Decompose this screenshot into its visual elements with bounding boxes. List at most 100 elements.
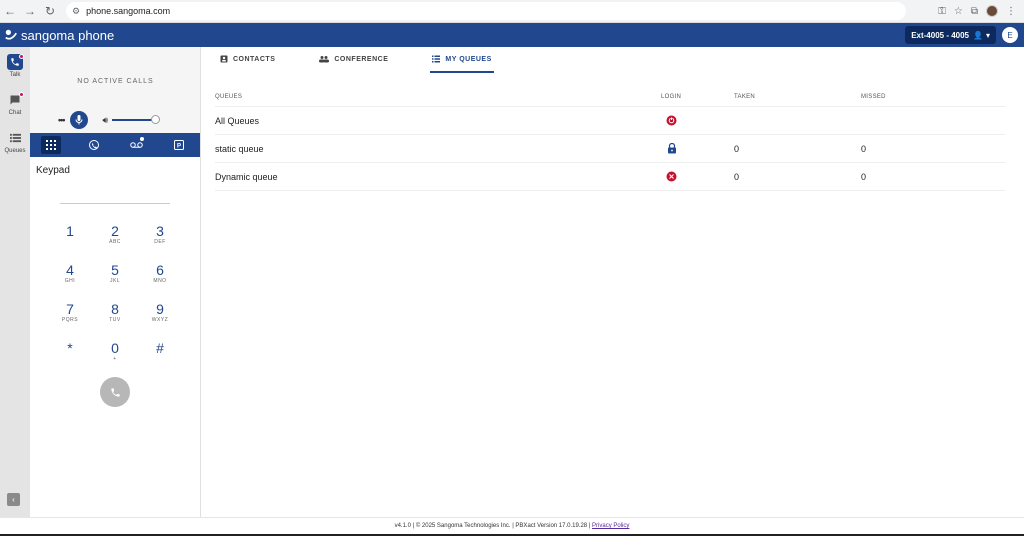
key-8[interactable]: 8 TUV [95,301,135,340]
key-letters: ABC [109,239,121,245]
key-3[interactable]: 3 DEF [140,223,180,262]
keypad-row: 7 PQRS 8 TUV 9 WXYZ [50,301,180,340]
extensions-icon[interactable]: ⧉ [971,6,978,17]
key-0[interactable]: 0 + [95,340,135,379]
left-rail: Talk Chat Queues ‹ [0,47,30,517]
dial-number-input[interactable] [60,203,170,204]
login-cell [661,143,734,154]
key-digit: 2 [111,223,119,239]
logout-icon[interactable] [666,115,677,126]
main-content: CONTACTS CONFERENCE MY QUEUES QUEUES LOG… [201,47,1024,517]
privacy-policy-link[interactable]: Privacy Policy [592,523,629,529]
voicemail-badge [140,137,145,141]
rail-item-queues[interactable]: Queues [0,123,30,161]
key-digit: 7 [66,301,74,317]
volume-icon: 🔊︎ [102,114,109,125]
key-digit: * [67,340,73,356]
keypad-icon [46,140,57,150]
notification-badge [19,54,24,59]
tab-label: CONTACTS [233,55,276,63]
close-circle-icon[interactable] [666,171,677,182]
tab-my-queues[interactable]: MY QUEUES [430,47,494,73]
rail-label: Chat [8,110,22,116]
active-calls-area: NO ACTIVE CALLS ••• 🔊︎ [30,47,200,133]
microphone-icon [75,115,83,125]
tab-voicemail[interactable] [126,136,146,154]
site-settings-icon[interactable]: ⚙ [72,6,80,17]
table-header: QUEUES LOGIN TAKEN MISSED [215,87,1005,107]
rail-item-chat[interactable]: Chat [0,85,30,123]
key-digit: 5 [111,262,119,278]
keypad-title: Keypad [36,165,70,176]
main-tabs: CONTACTS CONFERENCE MY QUEUES [201,47,1024,73]
key-1[interactable]: 1 [50,223,90,262]
key-4[interactable]: 4 GHI [50,262,90,301]
column-header-queues: QUEUES [215,93,243,100]
sangoma-logo-icon [5,29,17,40]
keypad-row: * 0 + # [50,340,180,379]
keypad-row: 4 GHI 5 JKL 6 MNO [50,262,180,301]
extension-label: Ext-4005 - 4005 [911,30,970,40]
contacts-icon [220,55,228,63]
call-button[interactable] [100,377,130,407]
key-7[interactable]: 7 PQRS [50,301,90,340]
call-history-icon [88,140,99,150]
parking-icon: P [173,140,184,150]
notification-badge [19,92,24,97]
people-icon [319,56,330,63]
tab-label: CONFERENCE [334,55,389,63]
menu-dots-icon[interactable]: ⋮ [1006,6,1016,17]
collapse-sidebar-icon[interactable]: ‹ [7,493,20,506]
phone-panel: NO ACTIVE CALLS ••• 🔊︎ P Keypad 1 2 ABC … [30,47,201,517]
queue-name: All Queues [215,115,260,126]
rail-label: Queues [4,148,26,154]
rail-label: Talk [9,72,21,78]
phone-tabs: P [30,133,200,157]
star-icon[interactable]: ☆ [954,6,963,17]
tab-keypad[interactable] [41,136,62,154]
tab-call-history[interactable] [84,136,104,154]
footer-text: v4.1.0 | © 2025 Sangoma Technologies Inc… [394,523,593,529]
key-5[interactable]: 5 JKL [95,262,135,301]
user-avatar[interactable]: E [1002,27,1018,43]
login-cell [661,171,734,182]
key-digit: 6 [156,262,164,278]
tab-contacts[interactable]: CONTACTS [218,47,277,73]
footer: v4.1.0 | © 2025 Sangoma Technologies Inc… [0,517,1024,534]
queue-name: Dynamic queue [215,171,278,182]
extension-selector[interactable]: Ext-4005 - 4005 👤 ▾ [905,26,996,44]
rail-item-talk[interactable]: Talk [0,47,30,85]
key-hash[interactable]: # [140,340,180,379]
presence-user-icon: 👤 [973,30,983,40]
key-letters: DEF [154,239,166,245]
key-letters: TUV [109,317,121,323]
tab-conference[interactable]: CONFERENCE [317,47,390,73]
key-digit: # [156,340,164,356]
browser-toolbar: ← → ↻ ⚙ phone.sangoma.com ⚿ ☆ ⧉ ⋮ [0,0,1024,23]
list-icon [432,55,441,63]
volume-slider-handle[interactable] [151,115,161,124]
keypad-row: 1 2 ABC 3 DEF [50,223,180,262]
key-star[interactable]: * [50,340,90,379]
key-icon[interactable]: ⚿ [938,6,946,17]
more-options-icon[interactable]: ••• [58,115,66,125]
table-row: All Queues [215,107,1005,135]
queues-table: QUEUES LOGIN TAKEN MISSED All Queues sta… [215,87,1005,191]
reload-icon[interactable]: ↻ [40,1,60,21]
sangoma-logo: sangoma phone [0,28,114,43]
volume-slider[interactable] [112,115,161,124]
app-header: sangoma phone Ext-4005 - 4005 👤 ▾ E [0,23,1024,47]
tab-parking[interactable]: P [169,136,189,154]
table-row: static queue 0 0 [215,135,1005,163]
arrow-left-icon[interactable]: ← [0,1,20,21]
missed-count: 0 [861,171,867,182]
key-2[interactable]: 2 ABC [95,223,135,262]
profile-avatar[interactable] [986,5,998,17]
arrow-right-icon[interactable]: → [20,1,40,21]
address-bar[interactable]: ⚙ phone.sangoma.com [66,2,906,20]
key-digit: 3 [156,223,164,239]
key-9[interactable]: 9 WXYZ [140,301,180,340]
taken-count: 0 [734,143,740,154]
microphone-button[interactable] [70,111,89,129]
key-6[interactable]: 6 MNO [140,262,180,301]
